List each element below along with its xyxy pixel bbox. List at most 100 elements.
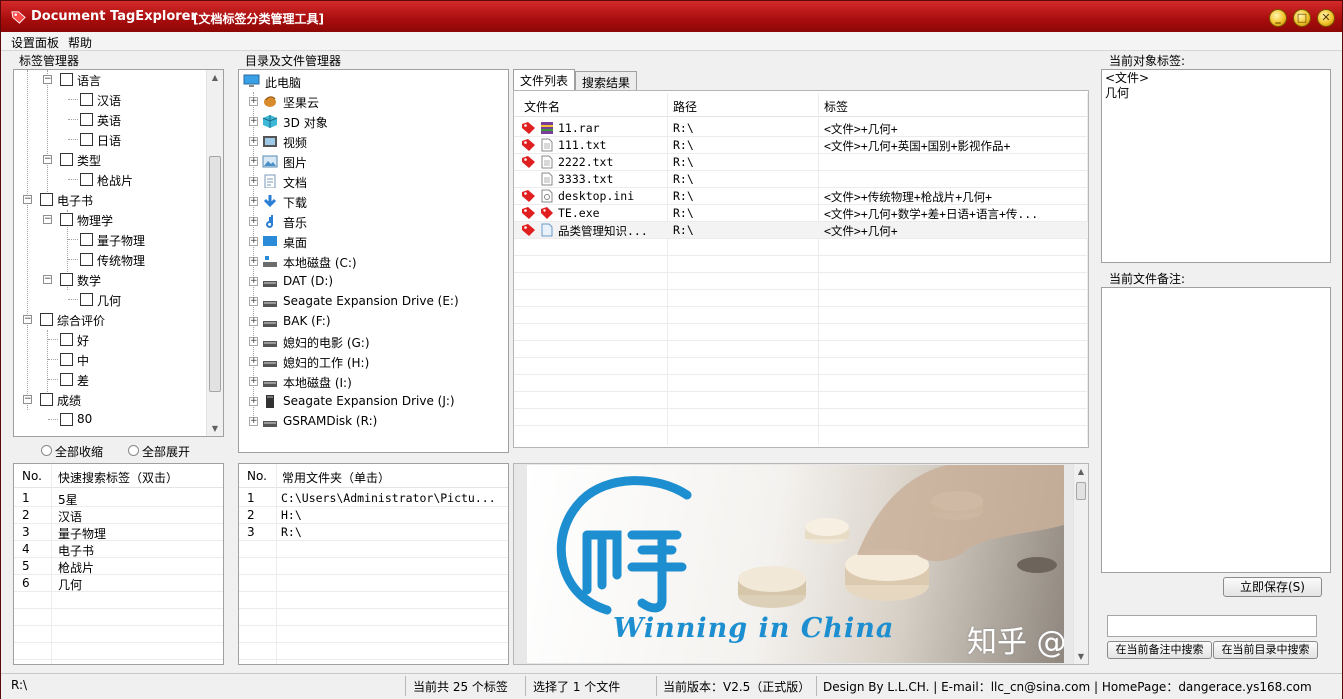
expand-icon[interactable]: + — [249, 137, 258, 146]
tree-item-folder[interactable]: + 本地磁盘 (I:) — [239, 371, 508, 391]
expand-all-radio[interactable] — [128, 445, 139, 456]
tag-checkbox[interactable] — [80, 233, 93, 246]
collapse-icon[interactable]: − — [43, 75, 52, 84]
tag-tree-item[interactable]: 中 — [14, 350, 204, 370]
file-row[interactable]: 111.txt R:\ <文件>+几何+英国+国别+影视作品+ — [514, 137, 1088, 154]
tree-item-folder[interactable]: + 坚果云 — [239, 91, 508, 111]
expand-icon[interactable]: + — [249, 357, 258, 366]
tree-item-folder[interactable]: + 文档 — [239, 171, 508, 191]
tag-checkbox[interactable] — [80, 253, 93, 266]
col-common-folder[interactable]: 常用文件夹（单击） — [282, 469, 390, 486]
tag-checkbox[interactable] — [60, 153, 73, 166]
expand-icon[interactable]: + — [249, 197, 258, 206]
tree-item-folder[interactable]: +3D 对象 — [239, 111, 508, 131]
search-notes-button[interactable]: 在当前备注中搜索 — [1107, 641, 1212, 659]
tab-search-results[interactable]: 搜索结果 — [575, 71, 638, 91]
collapse-icon[interactable]: − — [23, 395, 32, 404]
tag-checkbox[interactable] — [40, 393, 53, 406]
tree-item-this-pc[interactable]: 此电脑 — [239, 71, 508, 91]
scroll-thumb[interactable] — [1076, 482, 1086, 500]
tree-item-folder[interactable]: + BAK (F:) — [239, 311, 508, 331]
table-row[interactable]: 3 R:\ — [239, 524, 508, 541]
tag-checkbox[interactable] — [60, 213, 73, 226]
save-button[interactable]: 立即保存(S) — [1223, 577, 1322, 597]
tag-tree-item[interactable]: 80 — [14, 410, 204, 430]
expand-icon[interactable]: + — [249, 397, 258, 406]
table-row[interactable]: 1 C:\Users\Administrator\Pictu... — [239, 490, 508, 507]
expand-icon[interactable]: + — [249, 217, 258, 226]
collapse-icon[interactable]: − — [23, 195, 32, 204]
expand-icon[interactable]: + — [249, 237, 258, 246]
preview-panel[interactable]: Winning in China 知乎 @dangerace ▲ ▼ — [513, 463, 1089, 665]
tree-item-folder[interactable]: + 本地磁盘 (C:) — [239, 251, 508, 271]
collapse-icon[interactable]: − — [43, 275, 52, 284]
expand-icon[interactable]: + — [249, 297, 258, 306]
menu-help[interactable]: 帮助 — [68, 34, 92, 51]
tag-tree-item[interactable]: 汉语 — [14, 90, 204, 110]
search-input[interactable] — [1107, 615, 1317, 637]
tag-checkbox[interactable] — [60, 413, 73, 426]
tag-tree-item[interactable]: 几何 — [14, 290, 204, 310]
tag-tree-item[interactable]: − 物理学 — [14, 210, 204, 230]
tag-checkbox[interactable] — [40, 313, 53, 326]
tag-tree-item[interactable]: − 电子书 — [14, 190, 204, 210]
tag-tree-scrollbar[interactable]: ▲ ▼ — [206, 70, 223, 436]
minimize-button[interactable]: _ — [1269, 9, 1287, 27]
tag-checkbox[interactable] — [80, 93, 93, 106]
tag-checkbox[interactable] — [60, 373, 73, 386]
file-row[interactable]: desktop.ini R:\ <文件>+传统物理+枪战片+几何+ — [514, 188, 1088, 205]
tag-tree-item[interactable]: 英语 — [14, 110, 204, 130]
tag-checkbox[interactable] — [60, 333, 73, 346]
tag-tree-item[interactable]: 差 — [14, 370, 204, 390]
tag-checkbox[interactable] — [40, 193, 53, 206]
expand-icon[interactable]: + — [249, 177, 258, 186]
table-row[interactable]: 2 汉语 — [14, 507, 223, 524]
tag-tree-item[interactable]: 传统物理 — [14, 250, 204, 270]
maximize-button[interactable]: □ — [1293, 9, 1311, 27]
file-row[interactable]: TE.exe R:\ <文件>+几何+数学+差+日语+语言+传... — [514, 205, 1088, 222]
current-note-textarea[interactable] — [1101, 287, 1331, 573]
close-button[interactable]: ✕ — [1317, 9, 1335, 27]
expand-icon[interactable]: + — [249, 337, 258, 346]
col-no[interactable]: No. — [247, 469, 267, 483]
table-row[interactable]: 1 5星 — [14, 490, 223, 507]
tree-item-folder[interactable]: + GSRAMDisk (R:) — [239, 411, 508, 431]
table-row[interactable]: 4 电子书 — [14, 541, 223, 558]
file-row[interactable]: 11.rar R:\ <文件>+几何+ — [514, 120, 1088, 137]
file-row[interactable]: 3333.txt R:\ — [514, 171, 1088, 188]
col-no[interactable]: No. — [22, 469, 42, 483]
tab-file-list[interactable]: 文件列表 — [513, 69, 576, 91]
collapse-all-radio[interactable] — [41, 445, 52, 456]
tag-checkbox[interactable] — [80, 113, 93, 126]
tag-tree-item[interactable]: − 语言 — [14, 70, 204, 90]
table-row[interactable]: 5 枪战片 — [14, 558, 223, 575]
file-row[interactable]: 2222.txt R:\ — [514, 154, 1088, 171]
tag-tree-item[interactable]: − 类型 — [14, 150, 204, 170]
tag-checkbox[interactable] — [80, 133, 93, 146]
tag-tree-item[interactable]: − 综合评价 — [14, 310, 204, 330]
tree-item-folder[interactable]: + 视频 — [239, 131, 508, 151]
expand-icon[interactable]: + — [249, 157, 258, 166]
tag-tree-item[interactable]: 好 — [14, 330, 204, 350]
expand-all-label[interactable]: 全部展开 — [140, 443, 192, 460]
expand-icon[interactable]: + — [249, 117, 258, 126]
tree-item-folder[interactable]: + Seagate Expansion Drive (J:) — [239, 391, 508, 411]
tree-item-folder[interactable]: + 媳妇的电影 (G:) — [239, 331, 508, 351]
tag-checkbox[interactable] — [60, 353, 73, 366]
tree-item-folder[interactable]: + 下载 — [239, 191, 508, 211]
current-tags-box[interactable]: <文件> 几何 — [1101, 69, 1331, 263]
tree-item-folder[interactable]: + 媳妇的工作 (H:) — [239, 351, 508, 371]
scroll-thumb[interactable] — [209, 156, 221, 392]
scroll-up-icon[interactable]: ▲ — [207, 70, 223, 85]
expand-icon[interactable]: + — [249, 257, 258, 266]
expand-icon[interactable]: + — [249, 377, 258, 386]
file-list[interactable]: 文件名 路径 标签 11.rar R:\ <文件>+几何+ 111.txt R:\ <文件… — [513, 90, 1089, 448]
table-row[interactable]: 6 几何 — [14, 575, 223, 592]
collapse-icon[interactable]: − — [23, 315, 32, 324]
tag-checkbox[interactable] — [80, 293, 93, 306]
table-row[interactable]: 3 量子物理 — [14, 524, 223, 541]
title-bar[interactable]: Document TagExplorer [文档标签分类管理工具] _ □ ✕ — [1, 1, 1342, 32]
menu-settings[interactable]: 设置面板 — [11, 34, 59, 51]
search-directory-button[interactable]: 在当前目录中搜索 — [1213, 641, 1318, 659]
tag-tree-item[interactable]: 日语 — [14, 130, 204, 150]
